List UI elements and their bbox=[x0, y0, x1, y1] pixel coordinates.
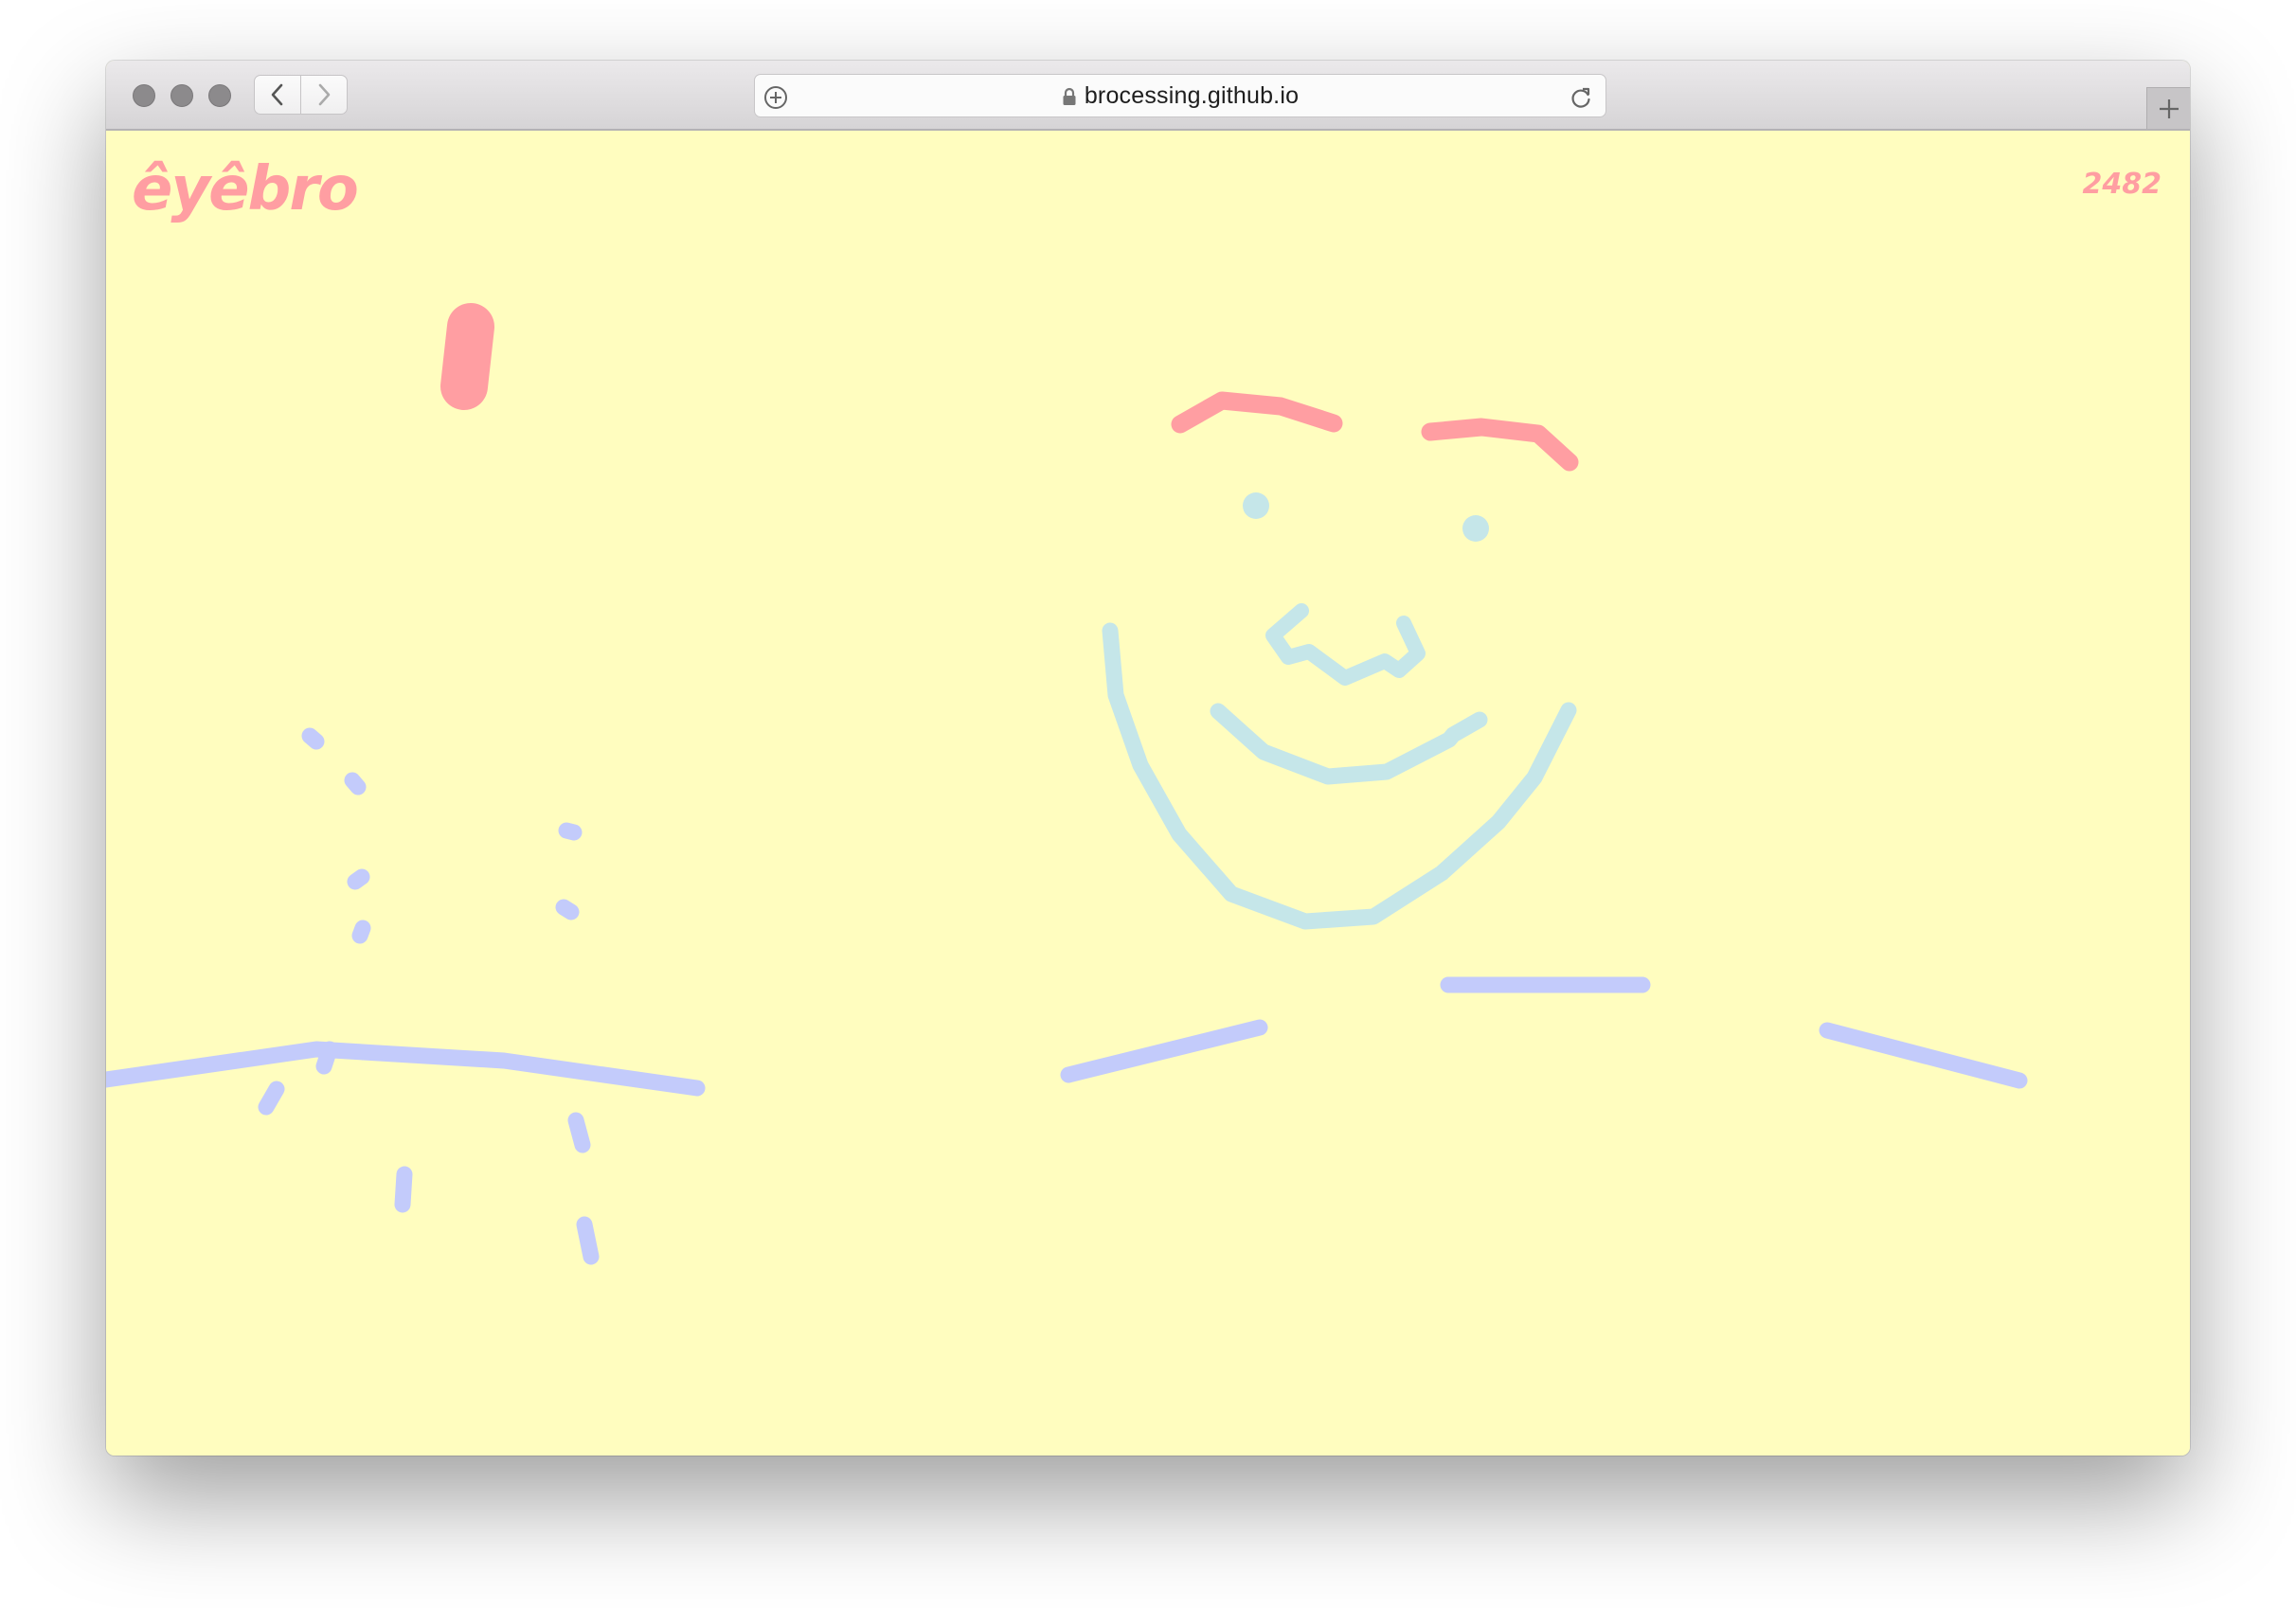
zoom-window-button[interactable] bbox=[208, 84, 231, 107]
dash bbox=[394, 1166, 413, 1213]
chevron-left-icon bbox=[271, 83, 283, 106]
dash bbox=[351, 920, 371, 944]
dash bbox=[555, 899, 580, 920]
dash bbox=[567, 1112, 591, 1153]
dash bbox=[576, 1216, 600, 1265]
address-bar[interactable]: brocessing.github.io bbox=[754, 74, 1606, 117]
dash bbox=[315, 1041, 338, 1075]
dash bbox=[301, 727, 325, 750]
chevron-right-icon bbox=[318, 83, 331, 106]
lock-icon bbox=[1063, 87, 1076, 105]
right-eyebrow bbox=[1421, 418, 1579, 472]
dash bbox=[258, 1081, 285, 1116]
new-tab-button[interactable] bbox=[2146, 87, 2190, 129]
dash bbox=[347, 868, 370, 890]
pink-stroke bbox=[440, 303, 494, 410]
nose bbox=[1265, 603, 1426, 686]
minimize-window-button[interactable] bbox=[170, 84, 193, 107]
shoulder-line-left bbox=[106, 1041, 706, 1097]
dash bbox=[344, 772, 367, 795]
page-canvas[interactable]: êyêbro 2482 bbox=[106, 131, 2190, 1456]
right-eye bbox=[1462, 515, 1489, 542]
close-window-button[interactable] bbox=[133, 84, 155, 107]
back-button[interactable] bbox=[254, 75, 301, 115]
left-eye bbox=[1243, 492, 1269, 519]
dash bbox=[558, 822, 583, 841]
shoulder-line-right bbox=[1819, 1022, 2028, 1089]
url-text: brocessing.github.io bbox=[1084, 82, 1300, 109]
reload-icon[interactable] bbox=[1568, 84, 1594, 111]
plus-icon bbox=[2159, 98, 2179, 118]
face-drawing bbox=[106, 303, 2028, 1265]
url-display[interactable]: brocessing.github.io bbox=[755, 82, 1605, 114]
browser-window: brocessing.github.io êyêbro 2482 bbox=[106, 61, 2190, 1456]
browser-toolbar: brocessing.github.io bbox=[106, 61, 2190, 131]
forward-button[interactable] bbox=[300, 75, 348, 115]
left-eyebrow bbox=[1171, 391, 1343, 434]
shoulder-line-mid bbox=[1060, 1019, 1268, 1083]
mouth bbox=[1210, 703, 1488, 785]
